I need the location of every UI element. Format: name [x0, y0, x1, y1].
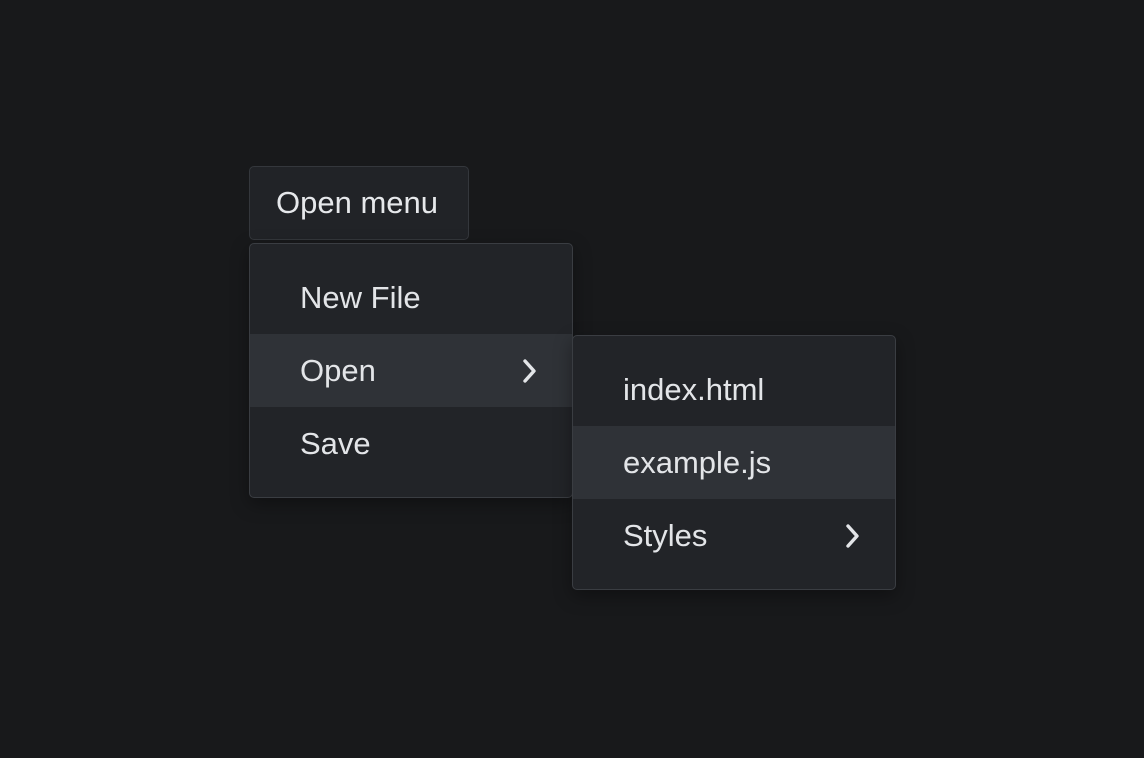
submenu-item-index-html[interactable]: index.html [573, 353, 895, 426]
main-menu: New File Open Save [249, 243, 573, 498]
menu-item-label: Open [300, 353, 376, 388]
chevron-right-icon [520, 334, 540, 407]
submenu-item-example-js[interactable]: example.js [573, 426, 895, 499]
menu-item-label: New File [300, 280, 421, 315]
menu-item-new-file[interactable]: New File [250, 261, 572, 334]
menu-item-save[interactable]: Save [250, 407, 572, 480]
chevron-right-icon [843, 499, 863, 572]
menu-item-label: example.js [623, 445, 772, 480]
canvas: Open menu New File Open Save index.html … [0, 0, 1144, 758]
menu-item-label: index.html [623, 372, 765, 407]
menu-item-label: Styles [623, 518, 708, 553]
menu-item-open[interactable]: Open [250, 334, 572, 407]
open-submenu: index.html example.js Styles [572, 335, 896, 590]
submenu-item-styles[interactable]: Styles [573, 499, 895, 572]
open-menu-button[interactable]: Open menu [249, 166, 469, 240]
menu-item-label: Save [300, 426, 371, 461]
